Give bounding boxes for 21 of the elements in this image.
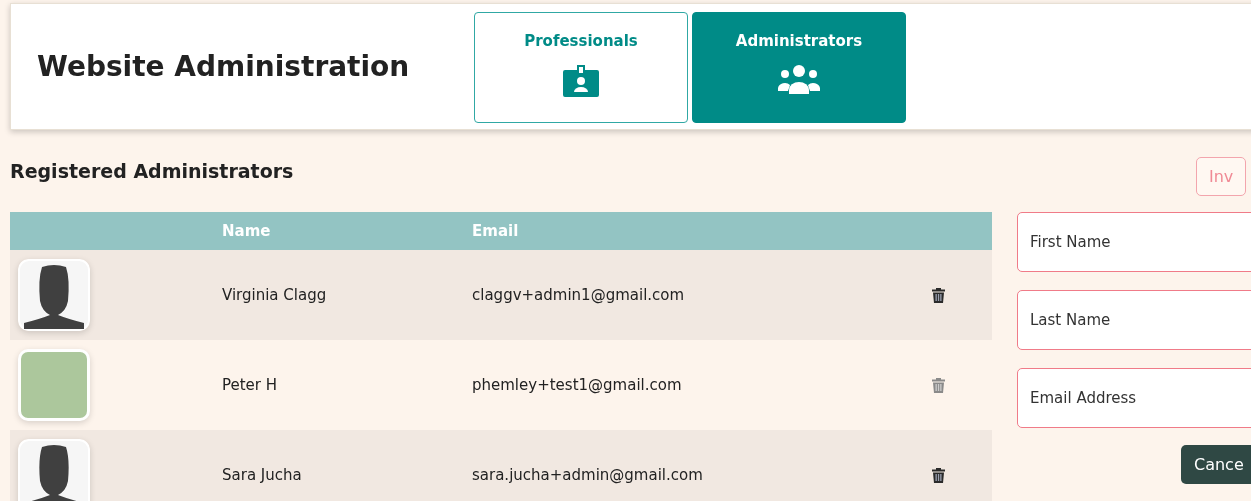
invite-button[interactable]: Inv [1196, 157, 1247, 196]
column-header: Name [222, 222, 272, 240]
input-field[interactable]: Last Name [1017, 290, 1251, 350]
column-header: Email [472, 222, 520, 240]
trash-icon[interactable] [932, 467, 945, 483]
table-cell-text: Sara Jucha [222, 466, 303, 484]
section-title: Registered Administrators [10, 159, 295, 184]
table-cell-text: claggv+admin1@gmail.com [472, 286, 686, 304]
table-cell-text: sara.jucha+admin@gmail.com [472, 466, 704, 484]
input-field[interactable]: First Name [1017, 212, 1251, 272]
cancel-button[interactable]: Cance [1181, 445, 1251, 484]
page-title: Website Administration [37, 50, 411, 83]
input-field[interactable]: Email Address [1017, 368, 1251, 428]
table-cell-text: phemley+test1@gmail.com [472, 376, 683, 394]
nav-tab[interactable]: Professionals [474, 12, 688, 123]
table-cell-text: Virginia Clagg [222, 286, 328, 304]
users-icon [777, 64, 821, 94]
trash-icon[interactable] [932, 287, 945, 303]
table-cell-text: Peter H [222, 376, 279, 394]
nav-tab[interactable]: Administrators [692, 12, 906, 123]
id-badge-icon [562, 64, 600, 98]
